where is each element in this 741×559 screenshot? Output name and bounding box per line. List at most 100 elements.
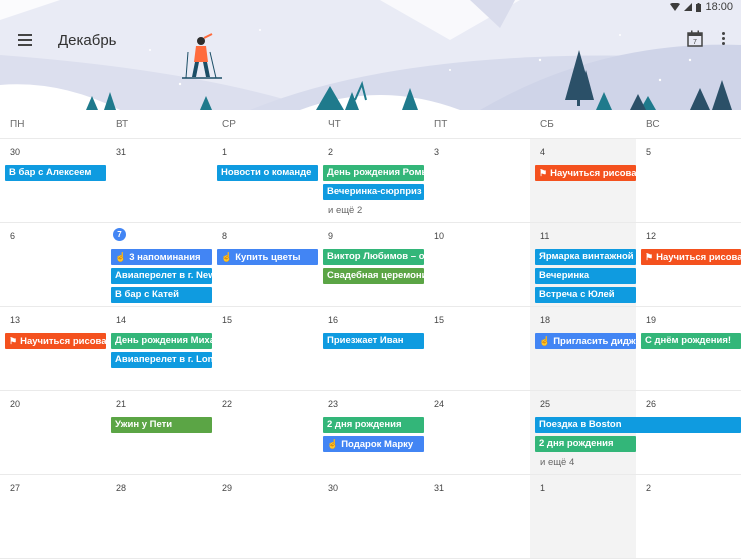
day-number: 28	[116, 483, 127, 493]
event-chip[interactable]: Встреча с Юлей	[535, 287, 636, 303]
event-title: Встреча с Юлей	[539, 289, 615, 300]
day-cell[interactable]: 5	[636, 139, 741, 222]
day-cell[interactable]: 28	[106, 475, 212, 558]
week-row: 20 21 22 23 24 25 26 Ужин у Пети 2 дня рождения ☝…	[0, 391, 741, 475]
event-title: Научиться рисовать	[656, 252, 741, 263]
event-chip[interactable]: День рождения Ромы	[323, 165, 424, 181]
day-number: 15	[434, 315, 445, 325]
flag-icon: ⚑	[645, 252, 654, 262]
week-row: 6 7 8 9 10 11 12 ☝ 3 напоминания Авиаперелет в г.…	[0, 223, 741, 307]
day-number: 16	[328, 315, 339, 325]
flag-icon: ⚑	[539, 168, 548, 178]
event-chip[interactable]: ☝ Купить цветы	[217, 249, 318, 265]
battery-icon	[696, 2, 702, 12]
day-cell[interactable]: 22	[212, 391, 318, 474]
day-number: 8	[222, 231, 228, 241]
event-chip[interactable]: Авиаперелет в г. New York	[111, 268, 212, 284]
day-cell[interactable]: 31	[424, 475, 530, 558]
calendar-icon-day: 7	[693, 39, 697, 46]
day-number: 21	[116, 399, 127, 409]
day-cell[interactable]: 31	[106, 139, 212, 222]
more-options-icon[interactable]	[720, 32, 726, 48]
event-chip[interactable]: Приезжает Иван	[323, 333, 424, 349]
event-chip[interactable]: Поездка в Boston	[535, 417, 741, 433]
day-cell[interactable]: 15	[212, 307, 318, 390]
wifi-icon	[670, 3, 681, 11]
day-number: 31	[434, 483, 445, 493]
day-number: 20	[10, 399, 21, 409]
event-title: Подарок Марку	[341, 439, 414, 450]
day-cell[interactable]: 2	[636, 475, 741, 558]
event-chip[interactable]: Виктор Любимов – обед	[323, 249, 424, 265]
month-title: Декабрь	[58, 32, 117, 49]
day-cell[interactable]: 15	[424, 307, 530, 390]
day-cell[interactable]: 20	[0, 391, 106, 474]
event-title: Авиаперелет в г. New York	[115, 270, 212, 281]
status-time: 18:00	[705, 1, 733, 13]
event-chip[interactable]: В бар с Алексеем	[5, 165, 106, 181]
event-chip[interactable]: День рождения Михаила	[111, 333, 212, 349]
app-header: 18:00 Декабрь 7	[0, 0, 741, 110]
event-title: Вечеринка	[539, 270, 590, 281]
event-chip[interactable]: 2 дня рождения	[323, 417, 424, 433]
today-calendar-icon[interactable]: 7	[687, 30, 703, 47]
event-chip[interactable]: Ярмарка винтажной одежды	[535, 249, 636, 265]
event-chip[interactable]: Ужин у Пети	[111, 417, 212, 433]
day-number: 3	[434, 147, 440, 157]
menu-icon[interactable]	[18, 34, 34, 48]
winter-illustration	[0, 0, 741, 110]
event-chip[interactable]: В бар с Катей	[111, 287, 212, 303]
event-title: Приезжает Иван	[327, 335, 404, 346]
event-chip[interactable]: С днём рождения!	[641, 333, 741, 349]
day-number: 22	[222, 399, 233, 409]
event-title: Пригласить диджея	[553, 336, 636, 347]
event-chip[interactable]: 2 дня рождения	[535, 436, 636, 452]
event-title: Авиаперелет в г. London	[115, 354, 212, 365]
day-number: 2	[328, 147, 334, 157]
flag-icon: ⚑	[9, 336, 18, 346]
day-cell[interactable]: 6	[0, 223, 106, 306]
day-number: 29	[222, 483, 233, 493]
event-chip[interactable]: Новости о команде	[217, 165, 318, 181]
event-chip[interactable]: Вечеринка-сюрприз	[323, 184, 424, 200]
week-row: 27 28 29 30 31 1 2	[0, 475, 741, 559]
event-chip[interactable]: ☝ 3 напоминания	[111, 249, 212, 265]
weekday-wed: СР	[222, 119, 236, 130]
event-title: Научиться рисовать	[20, 336, 106, 347]
event-chip[interactable]: Авиаперелет в г. London	[111, 352, 212, 368]
event-title: День рождения Ромы	[327, 167, 424, 178]
reminder-hand-icon: ☝	[115, 252, 127, 262]
more-events-link[interactable]: и ещё 4	[540, 457, 574, 468]
day-cell[interactable]: 1	[530, 475, 636, 558]
day-cell[interactable]: 24	[424, 391, 530, 474]
day-cell[interactable]: 29	[212, 475, 318, 558]
day-number: 9	[328, 231, 334, 241]
day-number: 11	[540, 231, 550, 241]
day-number: 13	[10, 315, 21, 325]
day-number: 30	[10, 147, 21, 157]
event-title: Купить цветы	[235, 252, 301, 263]
event-chip[interactable]: Свадебная церемония	[323, 268, 424, 284]
day-cell[interactable]: 27	[0, 475, 106, 558]
day-number: 6	[10, 231, 16, 241]
week-row: 13 14 15 16 15 18 19 ⚑Научиться рисовать День ро…	[0, 307, 741, 391]
weekday-fri: ПТ	[434, 119, 448, 130]
today-day-number: 7	[113, 228, 126, 241]
more-events-link[interactable]: и ещё 2	[328, 205, 362, 216]
day-cell[interactable]: 10	[424, 223, 530, 306]
event-chip[interactable]: ☝Пригласить диджея	[535, 333, 636, 349]
day-number: 24	[434, 399, 445, 409]
reminder-hand-icon: ☝	[539, 336, 551, 346]
status-bar: 18:00	[670, 1, 733, 13]
event-chip[interactable]: ☝ Подарок Марку	[323, 436, 424, 452]
event-title: Ужин у Пети	[115, 419, 173, 430]
event-chip[interactable]: ⚑Научиться рисовать	[5, 333, 106, 349]
day-cell[interactable]: 3	[424, 139, 530, 222]
event-chip[interactable]: ⚑Научиться рисовать	[641, 249, 741, 265]
event-title: Научиться рисовать	[550, 168, 636, 179]
day-cell[interactable]: 30	[318, 475, 424, 558]
day-number: 4	[540, 147, 546, 157]
day-number: 10	[434, 231, 445, 241]
event-chip[interactable]: ⚑Научиться рисовать	[535, 165, 636, 181]
event-chip[interactable]: Вечеринка	[535, 268, 636, 284]
